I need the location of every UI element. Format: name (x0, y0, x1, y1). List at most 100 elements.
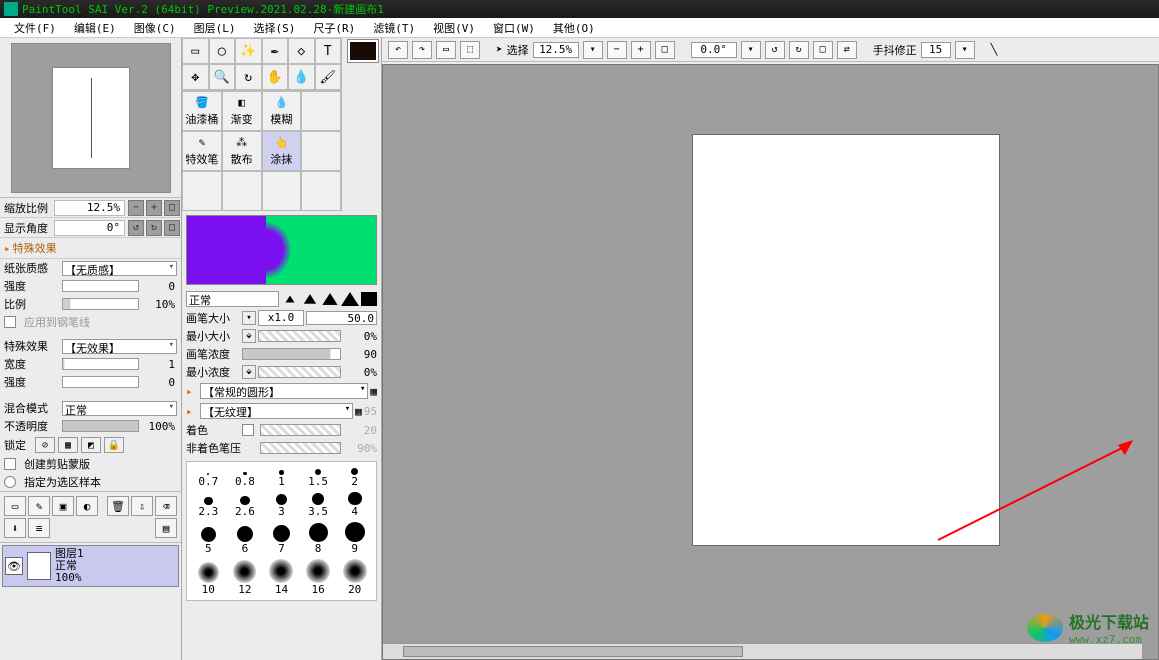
brush-size-preset-5[interactable] (361, 292, 377, 306)
shape-options-button[interactable]: ▦ (370, 385, 377, 398)
fx-select[interactable]: 【无效果】 (62, 339, 177, 354)
brush-size-dot[interactable]: 20 (337, 557, 372, 596)
canvas-page[interactable] (693, 135, 999, 545)
toolbar-zoom-value[interactable]: 12.5% (533, 42, 579, 58)
brush-size-dot[interactable]: 3 (264, 490, 299, 518)
zoom-value[interactable]: 12.5% (54, 200, 125, 216)
toolbar-zoom-in[interactable]: + (631, 41, 651, 59)
brush-size-dot[interactable]: 4 (337, 490, 372, 518)
toolbar-angle-value[interactable]: 0.0° (691, 42, 737, 58)
smudge-tool[interactable]: 👆涂抹 (262, 131, 302, 171)
clear-layer-button[interactable]: ⌫ (155, 496, 177, 516)
brush-tool[interactable]: 🖌 (315, 64, 342, 90)
mark-radio[interactable] (4, 476, 16, 488)
effect-pen-tool[interactable]: ✎特效笔 (182, 131, 222, 171)
menu-ruler[interactable]: 尺子(R) (305, 18, 363, 38)
min-density-pressure-icon[interactable]: ⬙ (242, 365, 256, 379)
new-linework-button[interactable]: ✎ (28, 496, 50, 516)
brush-size-dot[interactable]: 6 (228, 520, 263, 555)
menu-select[interactable]: 选择(S) (246, 18, 304, 38)
menu-filter[interactable]: 滤镜(T) (365, 18, 423, 38)
delete-layer-button[interactable]: 🗑 (107, 496, 129, 516)
brush-size-dot[interactable]: 5 (191, 520, 226, 555)
brush-size-dot[interactable]: 14 (264, 557, 299, 596)
foreground-swatch[interactable] (348, 40, 378, 62)
lock-alpha-button[interactable]: ◩ (81, 437, 101, 453)
min-density-slider[interactable] (258, 366, 341, 378)
toolbar-rotate-reset[interactable]: □ (813, 41, 833, 59)
toolbar-zoom-out[interactable]: − (607, 41, 627, 59)
brush-size-dot[interactable]: 0.7 (191, 466, 226, 488)
new-folder-button[interactable]: ▣ (52, 496, 74, 516)
tint-slider[interactable] (260, 424, 341, 436)
min-size-slider[interactable] (258, 330, 341, 342)
menu-edit[interactable]: 编辑(E) (66, 18, 124, 38)
rotate-ccw-button[interactable]: ↺ (128, 220, 144, 236)
flatten-button[interactable]: ≡ (28, 518, 50, 538)
zoom-reset-button[interactable]: □ (164, 200, 180, 216)
brush-size-dot[interactable]: 1 (264, 466, 299, 488)
brush-size-dot[interactable]: 9 (337, 520, 372, 555)
brush-size-dot[interactable]: 8 (301, 520, 336, 555)
brush-size-dot[interactable]: 16 (301, 557, 336, 596)
text-tool[interactable]: T (315, 38, 342, 64)
brush-size-dot[interactable]: 0.8 (228, 466, 263, 488)
menu-image[interactable]: 图像(C) (126, 18, 184, 38)
lock-all-button[interactable]: 🔒 (104, 437, 124, 453)
new-layer-button[interactable]: ▭ (4, 496, 26, 516)
rotate-reset-button[interactable]: □ (164, 220, 180, 236)
texture-options-button[interactable]: ▦ (355, 405, 362, 418)
intensity-slider[interactable] (62, 280, 139, 292)
zoom-tool[interactable]: 🔍 (209, 64, 236, 90)
wand-tool[interactable]: ✨ (235, 38, 262, 64)
layer-options-button[interactable]: ▤ (155, 518, 177, 538)
brush-size-preset-4[interactable] (341, 292, 359, 306)
effects-header[interactable]: 特殊效果 (0, 238, 181, 259)
new-mask-button[interactable]: ◐ (76, 496, 98, 516)
merge-down-button[interactable]: ⇩ (131, 496, 153, 516)
hand-tool[interactable]: ✋ (262, 64, 289, 90)
brush-size-preset-3[interactable] (322, 293, 337, 305)
lasso-tool[interactable]: ◯ (209, 38, 236, 64)
undo-button[interactable]: ↶ (388, 41, 408, 59)
brush-shape-select[interactable]: 【常规的圆形】 (200, 383, 368, 399)
visibility-icon[interactable]: 👁 (5, 557, 23, 575)
tint-checkbox[interactable] (242, 424, 254, 436)
stabilizer-value[interactable]: 15 (921, 42, 951, 58)
menu-file[interactable]: 文件(F) (6, 18, 64, 38)
brush-size-preset-1[interactable] (286, 296, 295, 303)
ratio-slider[interactable] (62, 298, 139, 310)
lock-none-button[interactable]: ⊘ (35, 437, 55, 453)
navigator[interactable] (0, 38, 181, 198)
color-preview[interactable] (186, 215, 377, 285)
density-slider[interactable] (242, 348, 341, 360)
opacity-slider[interactable] (62, 420, 139, 432)
min-size-pressure-icon[interactable]: ⬙ (242, 329, 256, 343)
paper-texture-select[interactable]: 【无质感】 (62, 261, 177, 276)
rotate-cw-button[interactable]: ↻ (146, 220, 162, 236)
menu-view[interactable]: 视图(V) (425, 18, 483, 38)
move-tool[interactable]: ✥ (182, 64, 209, 90)
toolbar-rotate-cw[interactable]: ↻ (789, 41, 809, 59)
deselect-button[interactable]: ▭ (436, 41, 456, 59)
brush-size-dot[interactable]: 2.6 (228, 490, 263, 518)
blend-mode-select[interactable]: 正常 (62, 401, 177, 416)
brush-size-preset-2[interactable] (304, 294, 317, 304)
brush-size-dot[interactable]: 12 (228, 557, 263, 596)
brush-size-dot[interactable]: 2 (337, 466, 372, 488)
blur-tool[interactable]: 💧模糊 (262, 91, 302, 131)
toolbar-flip-button[interactable]: ⇄ (837, 41, 857, 59)
brush-size-dot[interactable]: 10 (191, 557, 226, 596)
brush-size-dot[interactable]: 3.5 (301, 490, 336, 518)
shape-tool[interactable]: ◇ (288, 38, 315, 64)
menu-layer[interactable]: 图层(L) (186, 18, 244, 38)
rotate-tool[interactable]: ↻ (235, 64, 262, 90)
gradient-tool[interactable]: ◧渐变 (222, 91, 262, 131)
toolbar-angle-dropdown[interactable]: ▾ (741, 41, 761, 59)
toolbar-rotate-ccw[interactable]: ↺ (765, 41, 785, 59)
width-slider[interactable] (62, 358, 139, 370)
scrollbar-thumb[interactable] (403, 646, 743, 657)
brush-texture-select[interactable]: 【无纹理】 (200, 403, 353, 419)
brush-size-mult[interactable]: x1.0 (258, 310, 304, 326)
brush-size-dot[interactable]: 7 (264, 520, 299, 555)
